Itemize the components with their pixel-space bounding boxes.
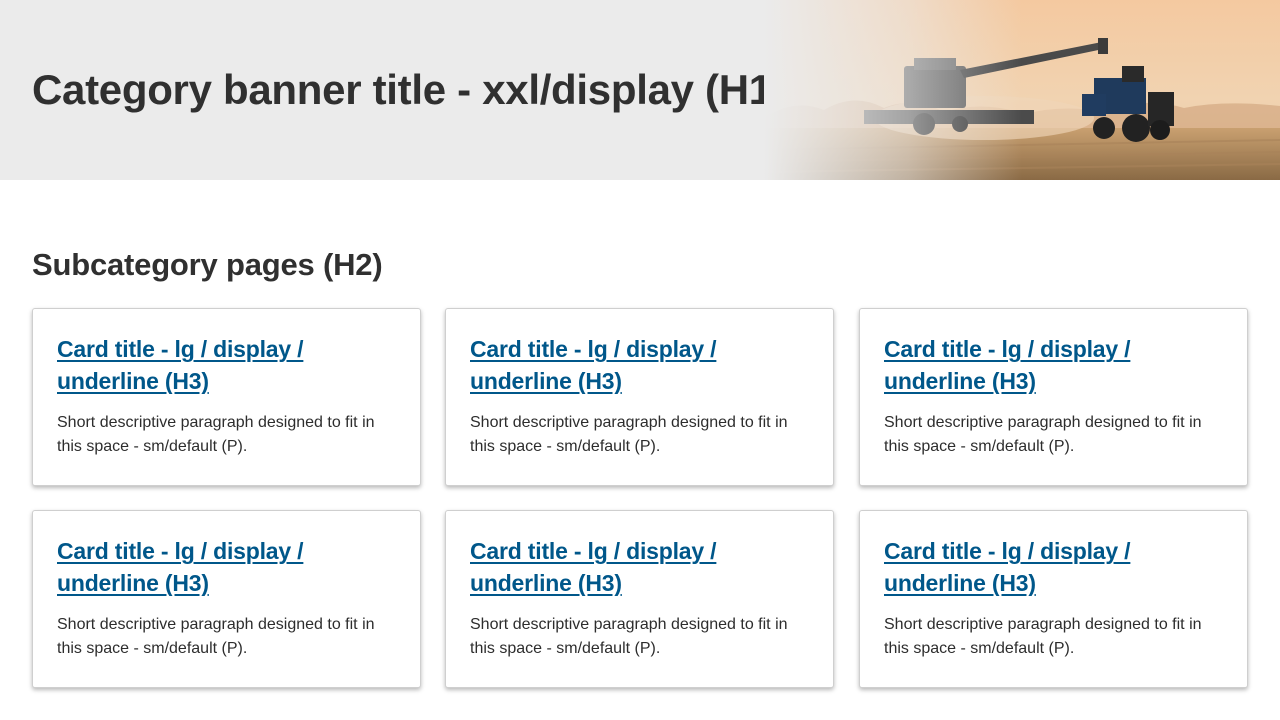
subcategory-card[interactable]: Card title - lg / display / underline (H… [32,308,421,486]
subcategory-card[interactable]: Card title - lg / display / underline (H… [859,510,1248,688]
card-description: Short descriptive paragraph designed to … [884,616,1202,657]
section-title: Subcategory pages (H2) [32,247,383,282]
card-title-link[interactable]: Card title - lg / display / underline (H… [57,535,396,599]
card-title-link[interactable]: Card title - lg / display / underline (H… [470,333,809,397]
card-description: Short descriptive paragraph designed to … [57,616,375,657]
card-description: Short descriptive paragraph designed to … [884,414,1202,455]
card-description: Short descriptive paragraph designed to … [470,414,788,455]
card-title-link[interactable]: Card title - lg / display / underline (H… [884,535,1223,599]
subcategory-card[interactable]: Card title - lg / display / underline (H… [445,510,834,688]
subcategory-card[interactable]: Card title - lg / display / underline (H… [445,308,834,486]
card-title-link[interactable]: Card title - lg / display / underline (H… [884,333,1223,397]
card-description: Short descriptive paragraph designed to … [57,414,375,455]
subcategory-card[interactable]: Card title - lg / display / underline (H… [32,510,421,688]
main-content: Subcategory pages (H2) Card title - lg /… [32,240,1248,688]
card-title-link[interactable]: Card title - lg / display / underline (H… [470,535,809,599]
card-title-link[interactable]: Card title - lg / display / underline (H… [57,333,396,397]
banner-title: Category banner title - xxl/display (H1) [32,66,786,113]
banner-image [764,0,1280,180]
subcategory-card[interactable]: Card title - lg / display / underline (H… [859,308,1248,486]
category-banner: Category banner title - xxl/display (H1) [0,0,1280,180]
card-description: Short descriptive paragraph designed to … [470,616,788,657]
